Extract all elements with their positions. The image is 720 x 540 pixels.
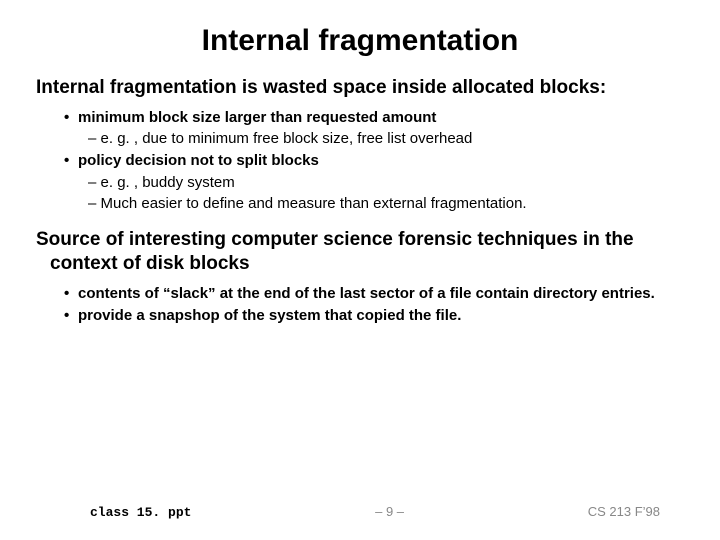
slide: Internal fragmentation Internal fragment…	[0, 0, 720, 540]
footer-course: CS 213 F’98	[588, 504, 660, 519]
bullet-list-1: minimum block size larger than requested…	[36, 108, 684, 214]
sub-item: e. g. , buddy system	[78, 173, 684, 193]
list-item: policy decision not to split blocks e. g…	[64, 151, 684, 214]
bullet-text: minimum block size larger than requested…	[78, 109, 436, 126]
footer-page-number: – 9 –	[375, 504, 404, 519]
sub-item: e. g. , due to minimum free block size, …	[78, 129, 684, 149]
footer-filename: class 15. ppt	[90, 505, 191, 520]
heading-1: Internal fragmentation is wasted space i…	[36, 76, 684, 100]
list-item: minimum block size larger than requested…	[64, 108, 684, 150]
slide-title: Internal fragmentation	[36, 24, 684, 58]
list-item: contents of “slack” at the end of the la…	[64, 284, 684, 304]
bullet-list-2: contents of “slack” at the end of the la…	[36, 284, 684, 327]
bullet-text: policy decision not to split blocks	[78, 152, 319, 169]
bullet-text: contents of “slack” at the end of the la…	[78, 285, 655, 302]
bullet-text: provide a snapshop of the system that co…	[78, 307, 461, 324]
list-item: provide a snapshop of the system that co…	[64, 306, 684, 326]
sub-item: Much easier to define and measure than e…	[78, 194, 684, 214]
heading-2: Source of interesting computer science f…	[36, 228, 684, 276]
slide-footer: class 15. ppt – 9 – CS 213 F’98	[0, 504, 720, 520]
